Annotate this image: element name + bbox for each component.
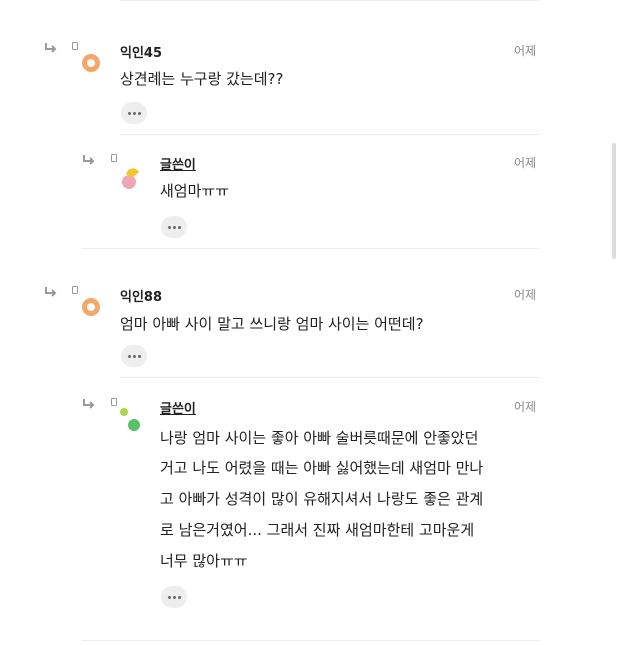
divider — [120, 377, 540, 378]
comment-time: 어제 — [514, 44, 537, 58]
comment-author[interactable]: 익인88 — [120, 286, 162, 305]
comment-text-line: 로 남은거였어... 그래서 진짜 새엄마한테 고마운게 — [160, 521, 475, 539]
reply-arrow-icon — [83, 399, 95, 409]
more-options-button[interactable] — [161, 216, 187, 238]
comment-author[interactable]: 익인45 — [120, 42, 162, 61]
comment-text: 엄마 아빠 사이 말고 쓰니랑 엄마 사이는 어떤데? — [120, 315, 424, 333]
reply-arrow-icon — [83, 155, 95, 165]
comment-text-line: 너무 많아ㅠㅠ — [160, 552, 248, 570]
more-dots-icon — [167, 595, 171, 599]
scrollbar[interactable] — [612, 143, 616, 259]
comment-marker-icon — [72, 42, 78, 50]
reply-arrow-icon — [45, 287, 57, 297]
more-dots-icon — [127, 354, 131, 358]
comment-text-line: 거고 나도 어렸을 때는 아빠 싫어했는데 새엄마 만나 — [160, 459, 484, 477]
more-options-button[interactable] — [121, 102, 147, 124]
divider — [82, 248, 540, 249]
comment-text: 새엄마ㅠㅠ — [160, 182, 230, 200]
more-options-button[interactable] — [121, 345, 147, 367]
more-dots-icon — [167, 225, 171, 229]
op-author[interactable]: 글쓴이 — [160, 154, 196, 173]
divider — [82, 640, 540, 641]
avatar[interactable] — [82, 298, 100, 316]
top-divider — [120, 0, 540, 1]
avatar[interactable] — [120, 166, 142, 190]
comment-time: 어제 — [514, 288, 537, 302]
comment-time: 어제 — [514, 156, 537, 170]
comment-marker-icon — [72, 286, 78, 294]
more-options-button[interactable] — [161, 586, 187, 608]
avatar[interactable] — [82, 54, 100, 72]
comment-time: 어제 — [514, 400, 537, 414]
divider — [120, 134, 540, 135]
comment-text: 상견례는 누구랑 갔는데?? — [120, 70, 284, 88]
comment-marker-icon — [111, 154, 117, 162]
reply-arrow-icon — [45, 43, 57, 53]
comment-text-line: 나랑 엄마 사이는 좋아 아빠 술버릇때문에 안좋았던 — [160, 429, 479, 447]
comment-marker-icon — [111, 398, 117, 406]
more-dots-icon — [127, 111, 131, 115]
avatar[interactable] — [118, 406, 142, 432]
comment-text-line: 고 아빠가 성격이 많이 유해지셔서 나랑도 좋은 관계 — [160, 490, 484, 508]
op-author[interactable]: 글쓴이 — [160, 398, 196, 417]
